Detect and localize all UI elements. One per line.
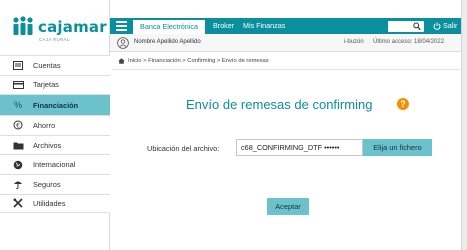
search-input[interactable] — [388, 20, 424, 32]
mailbox-link[interactable]: i-buzón — [344, 39, 364, 45]
user-bar: Nombre Apellido Apellido i-buzón Último … — [110, 34, 461, 52]
umbrella-icon — [12, 179, 24, 190]
logout-label: Salir — [443, 21, 458, 30]
sidebar-item-archivos[interactable]: Archivos — [0, 134, 110, 155]
brand-subtitle: CAJA RURAL — [39, 37, 70, 42]
breadcrumb: Inicio > Financiación > Confirming > Env… — [118, 58, 269, 64]
sidebar-item-label: Financiación — [33, 100, 79, 110]
sidebar-item-tarjetas[interactable]: Tarjetas — [0, 74, 110, 95]
page-title: Envío de remesas de confirming — [186, 97, 373, 112]
svg-text:€: € — [16, 123, 20, 130]
sidebar-item-ahorro[interactable]: € Ahorro — [0, 115, 110, 135]
sidebar-item-financiacion[interactable]: % Financiación — [0, 94, 110, 116]
file-location-label: Ubicación del archivo: — [147, 144, 220, 153]
logout-button[interactable]: Salir — [433, 18, 457, 34]
sidebar-item-label: Archivos — [33, 140, 62, 150]
last-access-text: Último acceso: 18/04/2022 — [373, 39, 445, 45]
user-name: Nombre Apellido Apellido — [134, 39, 201, 45]
breadcrumb-path[interactable]: Inicio > Financiación > Confirming > Env… — [128, 58, 269, 64]
sidebar-item-seguros[interactable]: Seguros — [0, 173, 110, 194]
top-navbar: Banca Electrónica Broker Mis Finanzas Sa… — [110, 18, 461, 34]
user-avatar-icon[interactable] — [117, 37, 129, 49]
tab-mis-finanzas[interactable]: Mis Finanzas — [243, 18, 285, 34]
sidebar-nav: Cuentas Tarjetas % Financiación € Ahorro — [0, 55, 110, 214]
sidebar-item-label: Cuentas — [33, 60, 61, 70]
hamburger-menu-icon[interactable] — [116, 21, 127, 31]
accept-button[interactable]: Aceptar — [267, 198, 309, 215]
folder-icon — [12, 140, 24, 150]
sidebar-item-internacional[interactable]: Internacional — [0, 154, 110, 174]
sidebar-item-label: Internacional — [33, 160, 76, 170]
sidebar-item-cuentas[interactable]: Cuentas — [0, 55, 110, 75]
sidebar-item-label: Utilidades — [33, 198, 66, 208]
choose-file-button[interactable]: Elija un fichero — [363, 139, 432, 156]
globe-icon — [12, 160, 24, 170]
app-window: cajamar CAJA RURAL Cuentas Tarjetas % Fi… — [0, 0, 462, 250]
card-icon — [12, 80, 24, 90]
wallet-icon — [12, 60, 24, 70]
tools-icon — [12, 198, 24, 208]
sidebar: cajamar CAJA RURAL Cuentas Tarjetas % Fi… — [0, 0, 110, 250]
brand-name: cajamar — [38, 18, 107, 36]
percent-icon: % — [13, 100, 22, 111]
tab-broker[interactable]: Broker — [213, 18, 234, 34]
sidebar-item-label: Seguros — [33, 179, 61, 189]
home-icon[interactable] — [118, 58, 125, 64]
power-icon — [433, 22, 441, 30]
breadcrumb-divider — [112, 69, 460, 70]
sidebar-item-label: Tarjetas — [33, 80, 59, 90]
logo-mark-icon — [13, 16, 33, 35]
savings-icon: € — [12, 120, 24, 130]
brand-logo[interactable]: cajamar CAJA RURAL — [8, 10, 108, 46]
sidebar-item-label: Ahorro — [33, 120, 56, 130]
search-icon[interactable] — [413, 22, 421, 31]
tab-banca-electronica[interactable]: Banca Electrónica — [133, 18, 205, 34]
file-path-field[interactable]: c68_CONFIRMING_DTF •••••• — [236, 139, 363, 156]
sidebar-item-utilidades[interactable]: Utilidades — [0, 193, 110, 214]
help-icon[interactable]: ? — [397, 98, 409, 110]
